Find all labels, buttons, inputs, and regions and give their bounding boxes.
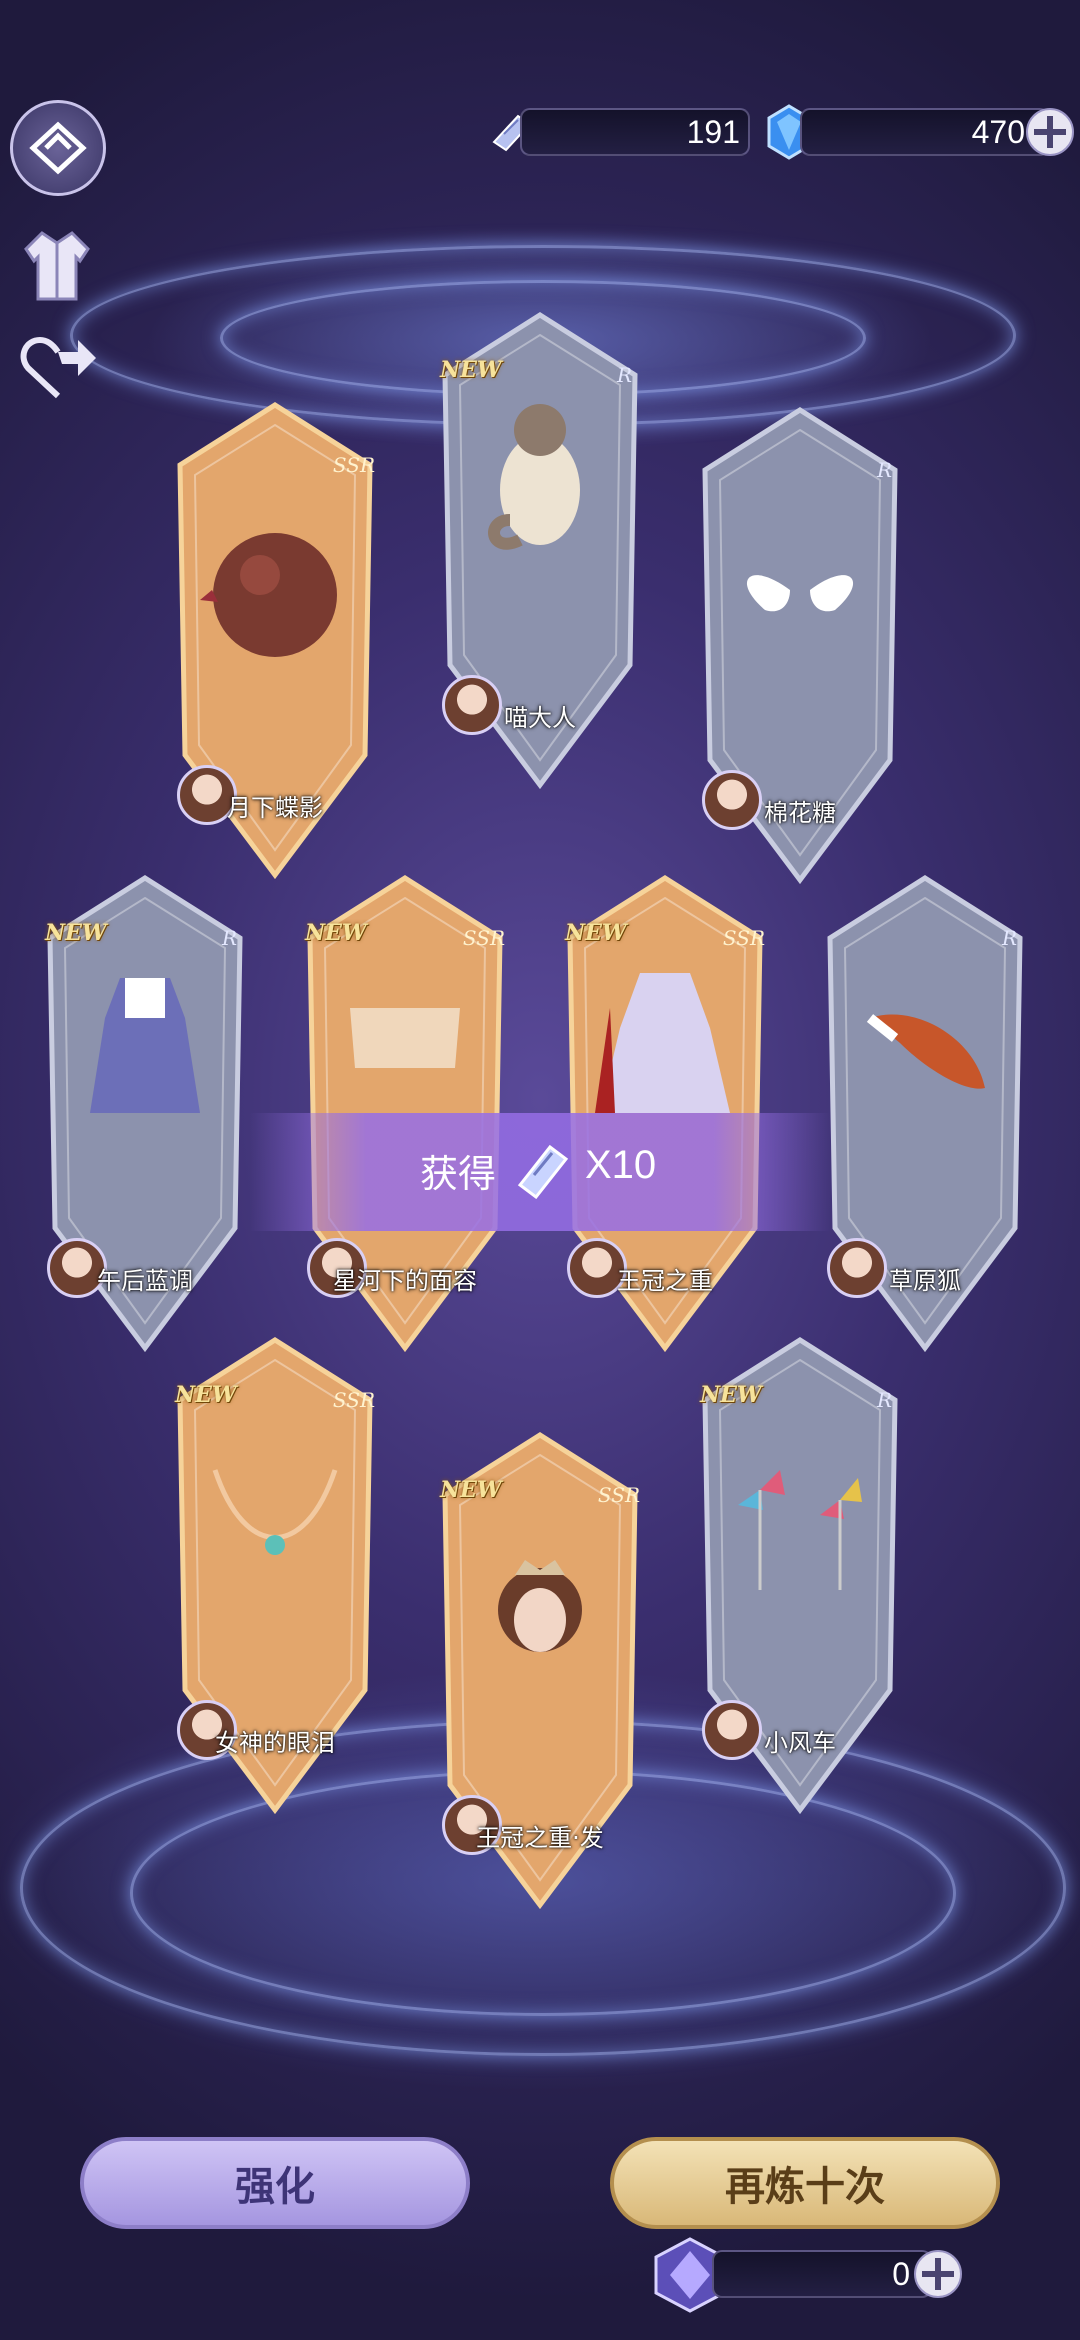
share-button[interactable] — [18, 330, 98, 405]
card-name: 星河下的面容 — [333, 1267, 477, 1295]
card-name: 午后蓝调 — [97, 1267, 193, 1295]
rarity-badge: SSR — [462, 926, 505, 950]
redraw-label: 再炼十次 — [725, 2164, 885, 2210]
new-tag: NEW — [440, 357, 502, 383]
new-tag: NEW — [440, 1477, 502, 1503]
rarity-badge: R — [876, 458, 892, 482]
back-button[interactable] — [10, 100, 106, 196]
plus-icon — [1034, 116, 1066, 148]
card-c4[interactable]: NEW R 午后蓝调 — [35, 868, 255, 1368]
back-arrow-icon — [29, 121, 87, 175]
jacket-icon — [24, 231, 90, 301]
cost-count: 0 — [892, 2256, 910, 2292]
enhance-label: 强化 — [235, 2164, 315, 2210]
card-name: 月下蝶影 — [227, 794, 323, 822]
card-c3[interactable]: R 棉花糖 — [690, 400, 910, 900]
card-name: 王冠之重·发 — [476, 1824, 604, 1852]
rarity-badge: SSR — [722, 926, 765, 950]
card-c7[interactable]: R 草原狐 — [815, 868, 1035, 1368]
rarity-badge: SSR — [597, 1483, 640, 1507]
rarity-badge: R — [616, 363, 632, 387]
veil-icon — [350, 1008, 460, 1068]
add-crystal-button[interactable] — [1026, 108, 1074, 156]
add-cost-button[interactable] — [914, 2250, 962, 2298]
card-name: 草原狐 — [889, 1267, 961, 1295]
new-tag: NEW — [565, 920, 627, 946]
card-name: 王冠之重 — [617, 1267, 713, 1295]
card-name: 棉花糖 — [764, 799, 836, 827]
rarity-badge: SSR — [332, 453, 375, 477]
new-tag: NEW — [305, 920, 367, 946]
rarity-badge: R — [876, 1388, 892, 1412]
crystal-count: 470 — [971, 114, 1025, 150]
card-c2[interactable]: NEW R 喵大人 — [430, 305, 650, 805]
reward-label: 获得 — [420, 1152, 497, 1196]
card-c8[interactable]: NEW SSR 女神的眼泪 — [165, 1330, 385, 1830]
rarity-badge: SSR — [332, 1388, 375, 1412]
rarity-badge: R — [221, 926, 237, 950]
plus-icon — [922, 2258, 954, 2290]
card-name: 女神的眼泪 — [215, 1729, 335, 1757]
card-c1[interactable]: SSR 月下蝶影 — [165, 395, 385, 895]
new-tag: NEW — [700, 1382, 762, 1408]
card-name: 喵大人 — [504, 704, 576, 732]
heart-share-icon — [20, 336, 96, 399]
redraw-ten-button[interactable]: 再炼十次 — [610, 2137, 1000, 2229]
reward-banner: 获得 X10 — [250, 1113, 830, 1231]
enhance-button[interactable]: 强化 — [80, 2137, 470, 2229]
ticket-count: 191 — [686, 114, 740, 150]
card-c10[interactable]: NEW R 小风车 — [690, 1330, 910, 1830]
wardrobe-button[interactable] — [22, 225, 92, 305]
reward-amount: X10 — [585, 1143, 657, 1187]
new-tag: NEW — [175, 1382, 237, 1408]
card-c9[interactable]: NEW SSR 王冠之重·发 — [430, 1425, 650, 1925]
new-tag: NEW — [45, 920, 107, 946]
card-name: 小风车 — [764, 1729, 836, 1757]
rarity-badge: R — [1001, 926, 1017, 950]
ticket-reward-icon — [512, 1141, 572, 1203]
